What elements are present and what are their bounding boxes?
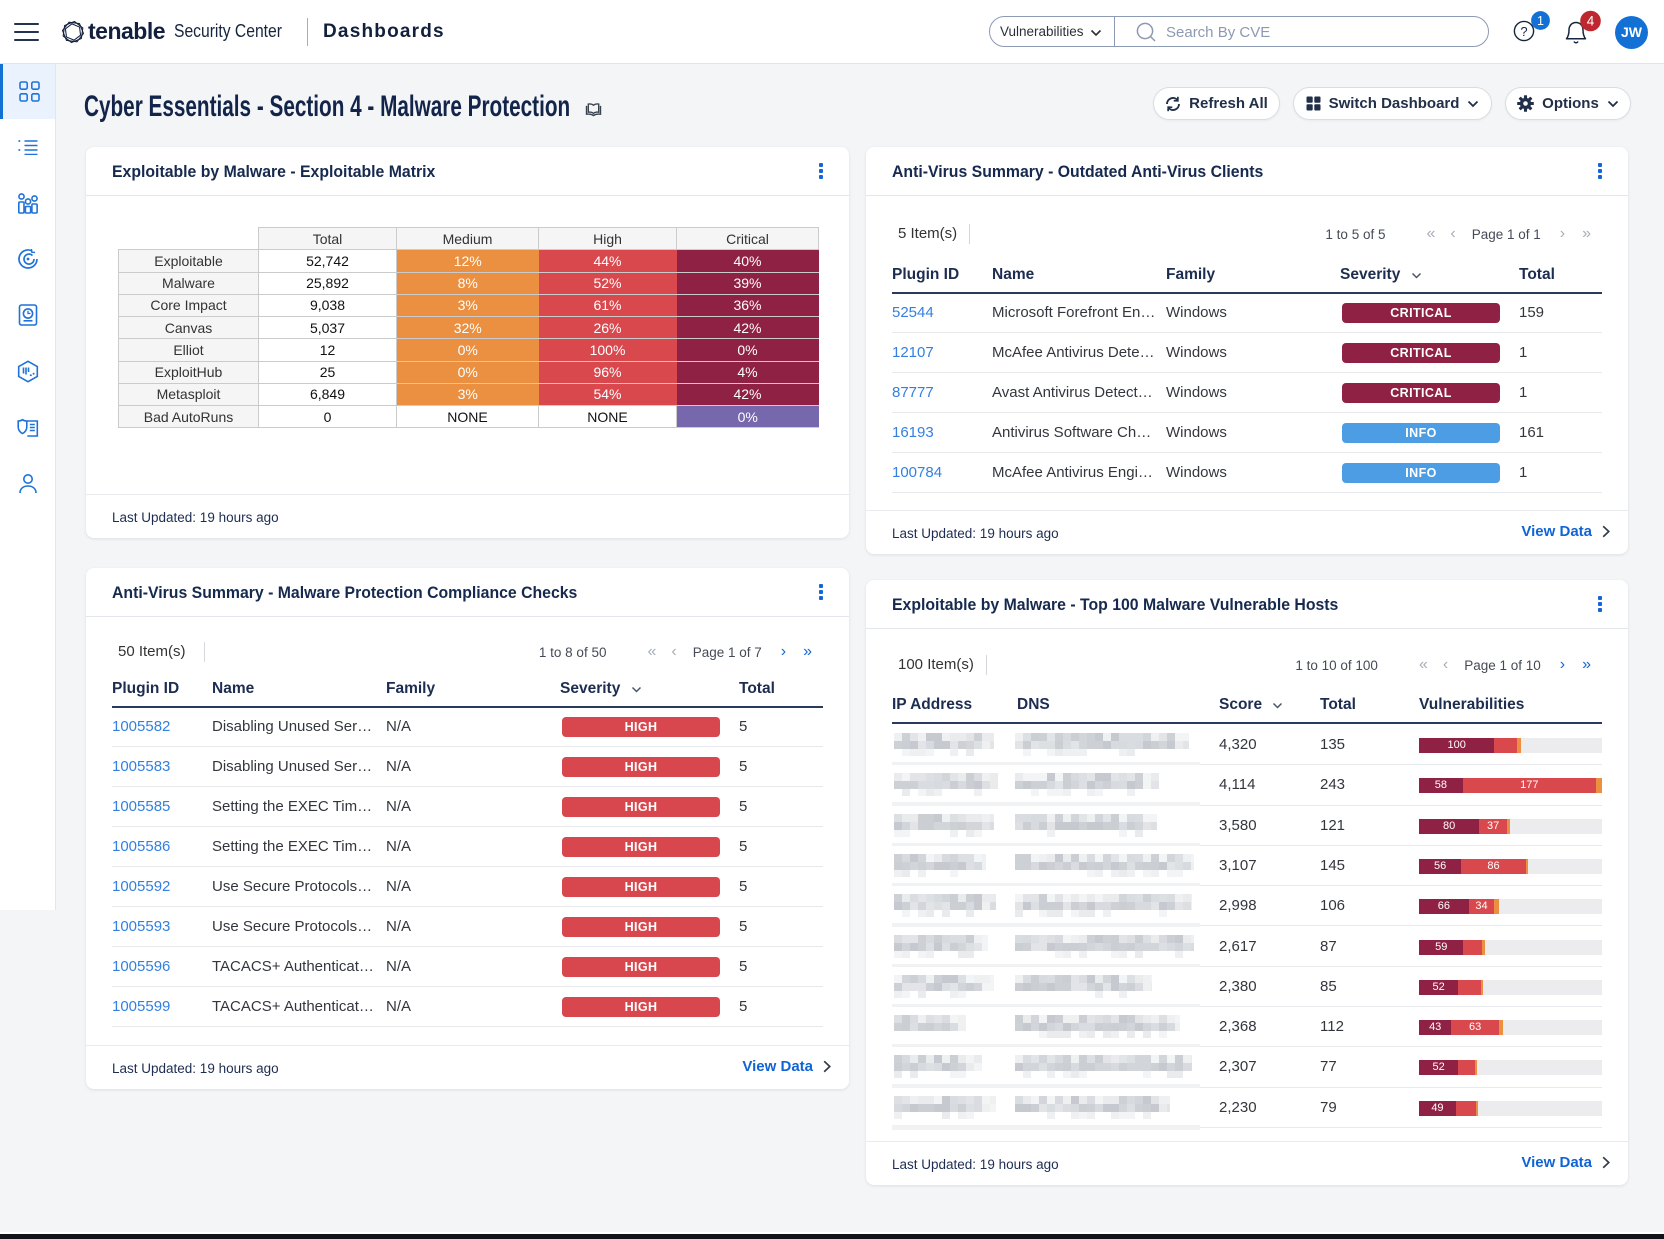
svg-text:4: 4 [1587, 14, 1595, 29]
svg-text:1: 1 [1537, 14, 1544, 28]
svg-text:?: ? [1520, 24, 1527, 39]
